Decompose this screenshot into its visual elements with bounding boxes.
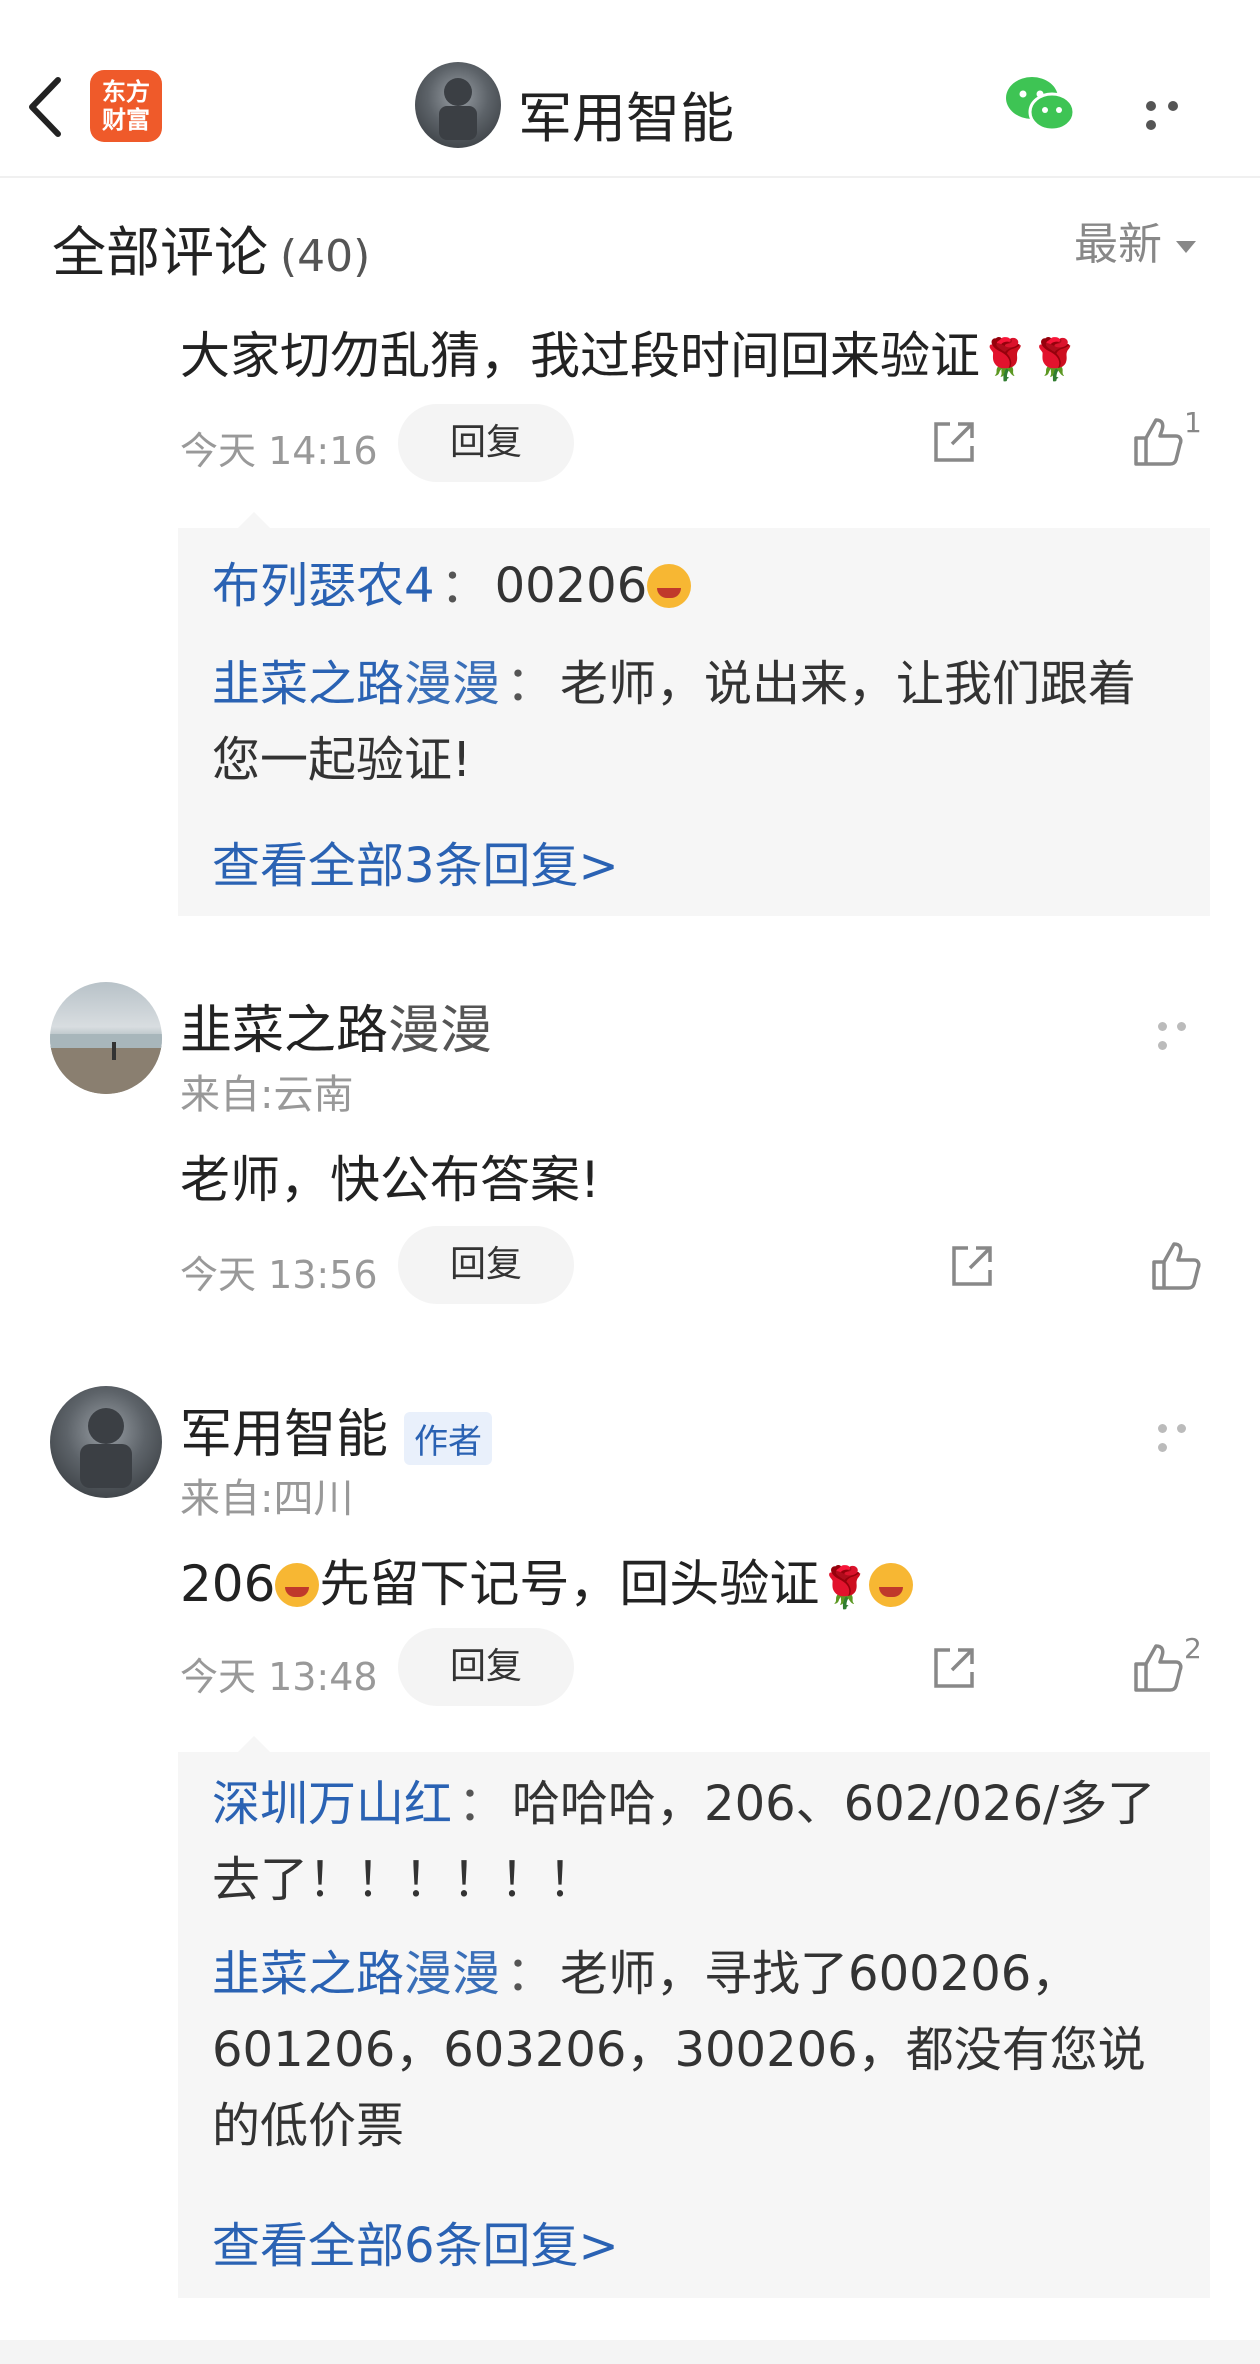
reply-author-suffix[interactable]: 漫漫 [404,656,500,712]
reply-separator: ： [458,1776,507,1832]
username[interactable]: 韭菜之路漫漫 [180,988,492,1063]
more-options-icon[interactable] [1146,96,1206,130]
reply-thread-pointer [238,1736,270,1752]
username-part: 漫漫 [388,1001,493,1061]
back-icon[interactable] [22,72,70,142]
reply-author[interactable]: 深圳万山红 [212,1776,452,1832]
comment-text-part: 206 [180,1555,276,1613]
comment-text: 206 先留下记号，回头验证🌹 [180,1544,914,1616]
reply-item: 布列瑟农4： 00206 [212,548,1172,624]
comment-time: 今天 14:16 [180,429,378,473]
reply-author[interactable]: 布列瑟农4 [212,558,435,614]
caret-down-icon [1176,241,1196,253]
reply-separator: ： [440,558,489,614]
comment-text: 老师，快公布答案! [180,1151,601,1209]
comments-count: (40) [280,231,371,282]
rose-emoji-icon: 🌹 [1029,337,1080,383]
laughing-emoji-icon [647,564,692,608]
like-count: 1 [1184,406,1202,439]
sort-dropdown[interactable]: 最新 [1074,208,1196,272]
comment-time: 今天 13:48 [180,1655,378,1699]
reply-text: 00206 [494,558,648,614]
rose-emoji-icon: 🌹 [980,337,1030,383]
author-badge: 作者 [404,1411,493,1465]
page-title: 军用智能 [518,87,734,150]
thumbs-up-icon[interactable] [1132,416,1184,468]
user-location: 来自:四川 [180,1476,354,1522]
comment-text-content: 大家切勿乱猜，我过段时间回来验证 [180,327,980,385]
top-bar: 东方 财富 军用智能 [0,0,1260,178]
comment-text-part: 先留下记号，回头验证 [319,1555,820,1613]
view-all-replies-link[interactable]: 查看全部3条回复> [212,826,619,896]
section-divider [0,2340,1260,2364]
reply-thread: 布列瑟农4： 00206 韭菜之路漫漫：老师，说出来，让我们跟着您一起验证! 查看… [178,512,1210,916]
share-icon[interactable] [948,1242,996,1290]
rose-emoji-icon: 🌹 [819,1565,870,1611]
comments-title: 全部评论 [52,221,268,284]
thumbs-up-icon[interactable] [1132,1642,1184,1694]
reply-author[interactable]: 韭菜之路 [212,656,404,712]
reply-item: 韭菜之路漫漫：老师，说出来，让我们跟着您一起验证! [212,646,1172,798]
username[interactable]: 军用智能 作者 [180,1392,493,1467]
share-icon[interactable] [930,418,978,466]
reply-item: 深圳万山红：哈哈哈，206、602/026/多了去了！！！！！！ [212,1766,1172,1918]
like-count: 2 [1184,1632,1202,1665]
reply-button[interactable]: 回复 [398,1226,574,1304]
sort-label: 最新 [1074,219,1162,270]
thumbs-up-icon[interactable] [1150,1240,1202,1292]
view-all-replies-link[interactable]: 查看全部6条回复> [212,2206,619,2276]
reply-thread-pointer [238,512,270,528]
reply-separator: ： [506,656,555,712]
username-part: 韭菜之路 [180,1001,389,1061]
comment-time: 今天 13:56 [180,1253,378,1297]
reply-button[interactable]: 回复 [398,1628,574,1706]
comments-heading: 全部评论 (40) [52,208,370,287]
app-logo[interactable]: 东方 财富 [90,70,162,142]
comment-text: 大家切勿乱猜，我过段时间回来验证🌹🌹 [180,316,1080,388]
username-part: 军用智能 [180,1405,389,1465]
user-avatar[interactable] [50,982,162,1094]
user-location: 来自:云南 [180,1072,354,1118]
wechat-icon[interactable] [1004,74,1076,134]
reply-author[interactable]: 韭菜之路 [212,1946,404,2002]
grinning-emoji-icon [275,1563,320,1607]
author-avatar[interactable] [415,62,501,148]
comment-more-icon[interactable] [1158,1418,1214,1452]
reply-button[interactable]: 回复 [398,404,574,482]
reply-item: 韭菜之路漫漫：老师，寻找了600206，601206，603206，300206… [212,1936,1172,2164]
reply-author-suffix[interactable]: 漫漫 [404,1946,500,2002]
comment-more-icon[interactable] [1158,1016,1214,1050]
reply-thread: 深圳万山红：哈哈哈，206、602/026/多了去了！！！！！！ 韭菜之路漫漫：… [178,1736,1210,2298]
laughing-emoji-icon [869,1563,914,1607]
reply-separator: ： [506,1946,555,2002]
share-icon[interactable] [930,1644,978,1692]
user-avatar[interactable] [50,1386,162,1498]
